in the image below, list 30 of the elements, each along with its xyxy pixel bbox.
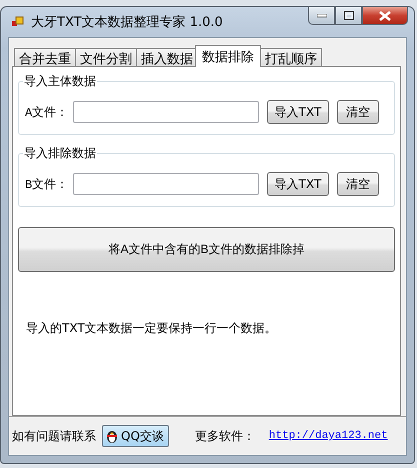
maximize-button[interactable] (335, 6, 362, 25)
maximize-icon (344, 11, 354, 20)
close-button[interactable] (362, 6, 408, 25)
clear-button[interactable]: 清空 (337, 100, 379, 124)
tab[interactable]: 打乱顺序 (260, 48, 322, 67)
window-title: 大牙TXT文本数据整理专家 1.0.0 (31, 14, 223, 31)
exclude-data-button[interactable]: 将A文件中含有的B文件的数据排除掉 (18, 227, 395, 272)
input-field[interactable] (73, 173, 259, 195)
minimize-button[interactable] (308, 6, 335, 25)
tab[interactable]: 文件分割 (75, 48, 137, 67)
tab[interactable]: 合并去重 (14, 48, 76, 67)
tab[interactable]: 数据排除 (195, 45, 261, 67)
note-text: 导入的TXT文本数据一定要保持一行一个数据。 (26, 320, 278, 337)
input-field[interactable] (73, 101, 259, 123)
import-button[interactable]: 导入TXT (267, 172, 329, 196)
group-title: 导入主体数据 (23, 73, 97, 90)
contact-label: 如有问题请联系 (12, 428, 96, 444)
app-icon (11, 15, 25, 29)
more-software-label: 更多软件： (194, 428, 255, 444)
import-button[interactable]: 导入TXT (267, 100, 329, 124)
qq-chat-button[interactable]: QQ交谈 (102, 425, 169, 447)
website-link[interactable]: http://daya123.net (268, 430, 388, 442)
field-label: B文件： (25, 176, 70, 192)
field-label: A文件： (25, 104, 70, 120)
tab[interactable]: 插入数据 (136, 48, 198, 67)
clear-button[interactable]: 清空 (337, 172, 379, 196)
close-icon (379, 10, 391, 20)
minimize-icon (316, 14, 326, 18)
group-title: 导入排除数据 (23, 145, 97, 162)
penguin-icon (105, 428, 119, 444)
